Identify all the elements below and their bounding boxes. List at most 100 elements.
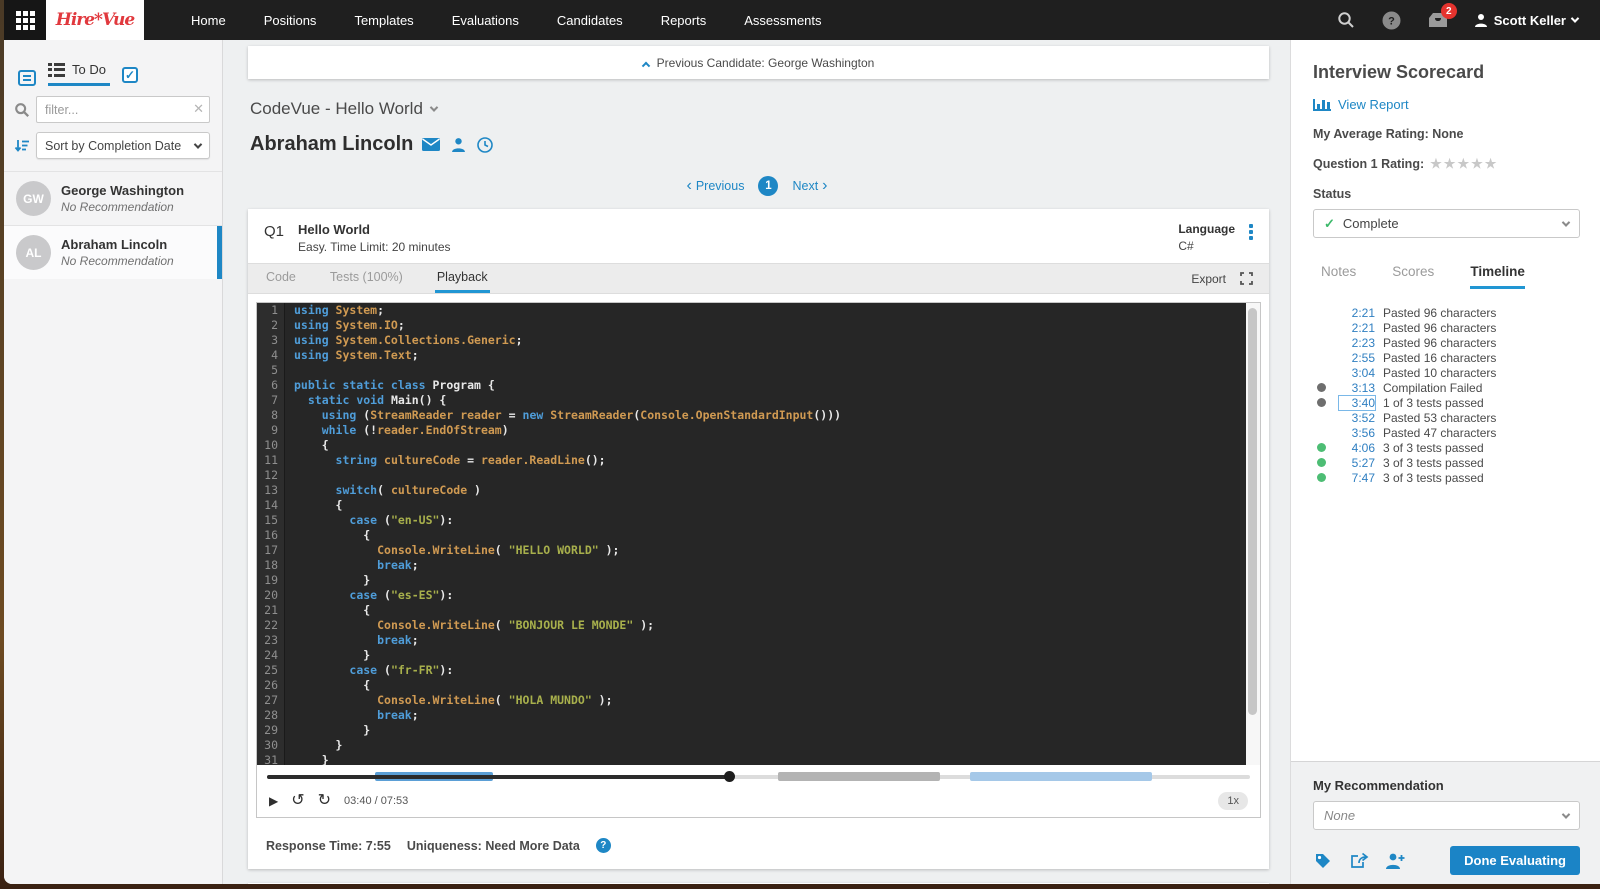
completed-filter-checkbox[interactable]: ✓ [121,67,138,83]
green-dot-icon [1317,458,1326,467]
editor-scrollbar[interactable] [1246,303,1260,765]
code-line: 31 } [257,753,1246,765]
green-dot-icon [1317,443,1326,452]
sort-select[interactable]: Sort by Completion Date [36,132,210,159]
timeline-entry: 3:56 Pasted 47 characters [1313,425,1580,440]
timeline-time-link[interactable]: 3:56 [1339,426,1375,440]
timeline-time-link[interactable]: 2:21 [1339,321,1375,335]
status-select[interactable]: ✓ Complete [1313,209,1580,238]
history-clock-icon[interactable] [476,136,494,154]
code-line: 5 [257,363,1246,378]
timeline-time-link[interactable]: 5:27 [1339,456,1375,470]
share-icon[interactable] [1349,851,1369,871]
code-editor[interactable]: 1 using System; 2 using System.IO; 3 using Sy… [257,303,1260,765]
star-icon[interactable]: ★ [1430,156,1444,171]
timeline-time-link[interactable]: 3:04 [1339,366,1375,380]
star-icon[interactable]: ★ [1485,156,1499,171]
nav-item-reports[interactable]: Reports [642,0,726,40]
timeline-time-link[interactable]: 3:40 [1338,394,1376,411]
export-button[interactable]: Export [1191,272,1226,286]
timeline-time-link[interactable]: 7:47 [1339,471,1375,485]
todo-tab[interactable]: To Do [48,62,110,86]
gray-dot-icon [1317,383,1326,392]
forward-icon[interactable]: ↻ [318,793,331,809]
star-icon[interactable]: ★ [1444,156,1458,171]
candidate-list-item[interactable]: GW George Washington No Recommendation [4,171,222,225]
previous-question-button[interactable]: ‹ Previous [687,178,745,194]
nav-item-candidates[interactable]: Candidates [538,0,642,40]
hirevue-logo[interactable]: Hire*Vue [46,0,144,40]
sort-row: Sort by Completion Date [4,123,222,171]
inbox-icon[interactable]: 2 [1428,3,1457,30]
timeline-time-link[interactable]: 2:55 [1339,351,1375,365]
code-line: 6 public static class Program { [257,378,1246,393]
uniqueness: Uniqueness: Need More Data [406,838,580,853]
question-pagination: ‹ Previous 1 Next › [224,176,1290,196]
uniqueness-help-icon[interactable]: ? [595,838,611,853]
add-evaluator-icon[interactable] [1385,851,1405,871]
timeline-time-link[interactable]: 2:21 [1339,306,1375,320]
question-number: Q1 [264,223,285,240]
play-button[interactable]: ▶ [269,794,278,808]
recommendation-select[interactable]: None [1313,801,1580,830]
rewind-icon[interactable]: ↺ [291,793,304,809]
page-number-button[interactable]: 1 [758,176,779,196]
timeline-time-link[interactable]: 4:06 [1339,441,1375,455]
question-menu-icon[interactable] [1249,222,1253,254]
timeline-time-link[interactable]: 3:52 [1339,411,1375,425]
nav-item-assessments[interactable]: Assessments [725,0,840,40]
question-card: Q1 Hello World Easy. Time Limit: 20 minu… [248,209,1269,869]
card-view-icon[interactable] [18,70,36,86]
scorecard-tab-notes[interactable]: Notes [1321,264,1356,289]
scorecard-tab-scores[interactable]: Scores [1392,264,1434,289]
interview-title-dropdown[interactable]: CodeVue - Hello World [250,99,1290,119]
rating-stars[interactable]: ★★★★★ [1430,156,1498,172]
code-line: 15 case ("en-US"): [257,513,1246,528]
timeline-dot [1313,473,1339,482]
star-icon[interactable]: ★ [1471,156,1485,171]
nav-item-positions[interactable]: Positions [245,0,336,40]
scorecard-tab-timeline[interactable]: Timeline [1470,264,1525,289]
previous-candidate-banner[interactable]: Previous Candidate: George Washington [248,46,1269,79]
timeline-time-link[interactable]: 2:23 [1339,336,1375,350]
candidate-name: George Washington [61,183,185,198]
app-grid-button[interactable] [4,0,46,40]
fullscreen-icon[interactable] [1240,272,1253,285]
clear-filter-icon[interactable]: ✕ [193,101,204,117]
star-icon[interactable]: ★ [1457,156,1471,171]
tag-icon[interactable] [1313,851,1333,871]
line-number: 2 [257,318,285,333]
nav-item-templates[interactable]: Templates [335,0,432,40]
done-evaluating-button[interactable]: Done Evaluating [1450,846,1580,875]
next-question-button[interactable]: Next › [792,178,827,194]
candidate-list-item[interactable]: AL Abraham Lincoln No Recommendation [4,225,222,279]
code-line: 4 using System.Text; [257,348,1246,363]
scrollbar-thumb[interactable] [1248,308,1257,715]
timeline-dot [1313,443,1339,452]
code-line: 16 { [257,528,1246,543]
tab-playback[interactable]: Playback [434,264,490,293]
user-menu[interactable]: Scott Keller [1474,13,1580,28]
filter-input[interactable] [36,96,210,123]
nav-item-evaluations[interactable]: Evaluations [433,0,538,40]
timeline-text: Pasted 16 characters [1383,350,1497,365]
language-label: Language [1178,222,1235,236]
help-icon[interactable]: ? [1382,10,1402,30]
profile-icon[interactable] [449,136,467,154]
playhead-handle[interactable] [724,771,735,782]
timeline-dot [1313,398,1339,407]
nav-item-home[interactable]: Home [172,0,245,40]
next-candidate-banner[interactable]: Next Candidate: none [248,883,1269,884]
tab-tests-100-[interactable]: Tests (100%) [328,264,405,293]
email-icon[interactable] [422,136,441,154]
timeline-time-link[interactable]: 3:13 [1339,381,1375,395]
playback-speed-button[interactable]: 1x [1218,792,1248,810]
playback-scrubber[interactable] [257,765,1260,785]
tab-code[interactable]: Code [264,264,298,293]
search-icon[interactable] [1336,10,1356,30]
line-number: 13 [257,483,285,498]
view-report-link[interactable]: View Report [1313,97,1580,112]
chevron-down-icon [1561,809,1571,819]
timeline-text: Compilation Failed [1383,380,1483,395]
primary-nav: Home Positions Templates Evaluations Candida… [172,0,841,40]
